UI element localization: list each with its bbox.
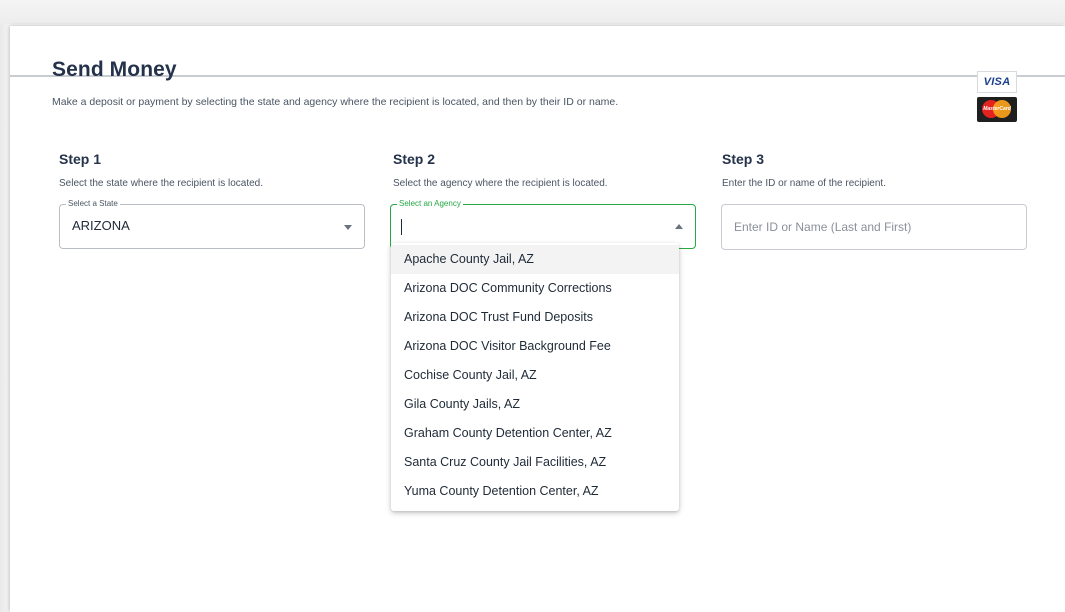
step-1-title: Step 1 [59,151,102,167]
window-top-shade [0,0,1065,24]
agency-option[interactable]: Arizona DOC Visitor Background Fee [391,332,679,361]
agency-option[interactable]: Gila County Jails, AZ [391,390,679,419]
page-subtitle: Make a deposit or payment by selecting t… [52,96,619,108]
step-2: Step 2 Select the agency where the recip… [393,151,701,189]
step-1: Step 1 Select the state where the recipi… [59,151,367,189]
agency-option[interactable]: Graham County Detention Center, AZ [391,419,679,448]
step-3-description: Enter the ID or name of the recipient. [722,178,886,189]
page-title: Send Money [52,58,177,81]
agency-option[interactable]: Santa Cruz County Jail Facilities, AZ [391,448,679,477]
state-select-value: ARIZONA [72,218,130,233]
agency-option[interactable]: Cochise County Jail, AZ [391,361,679,390]
window-left-edge [0,24,10,612]
payment-logos: VISA MasterCard [977,71,1021,122]
agency-option[interactable]: Arizona DOC Community Corrections [391,274,679,303]
recipient-id-input[interactable] [721,204,1027,250]
step-3-title: Step 3 [722,151,765,167]
agency-option[interactable]: Apache County Jail, AZ [391,245,679,274]
step-2-description: Select the agency where the recipient is… [393,178,608,189]
step-2-title: Step 2 [393,151,436,167]
agency-option[interactable]: Arizona DOC Trust Fund Deposits [391,303,679,332]
text-cursor [401,219,402,235]
agency-option[interactable]: Yuma County Detention Center, AZ [391,477,679,506]
state-select[interactable]: Select a State ARIZONA [59,199,365,249]
agency-dropdown-menu: Apache County Jail, AZ Arizona DOC Commu… [391,243,679,511]
chevron-down-icon[interactable] [344,225,352,230]
chevron-up-icon[interactable] [675,224,683,229]
step-3: Step 3 Enter the ID or name of the recip… [722,151,1030,189]
mastercard-logo: MasterCard [977,97,1017,122]
visa-logo: VISA [977,71,1017,93]
mastercard-logo-text: MasterCard [983,106,1011,112]
state-select-label: Select a State [66,199,120,209]
agency-select-label: Select an Agency [397,199,463,209]
step-1-description: Select the state where the recipient is … [59,178,264,189]
